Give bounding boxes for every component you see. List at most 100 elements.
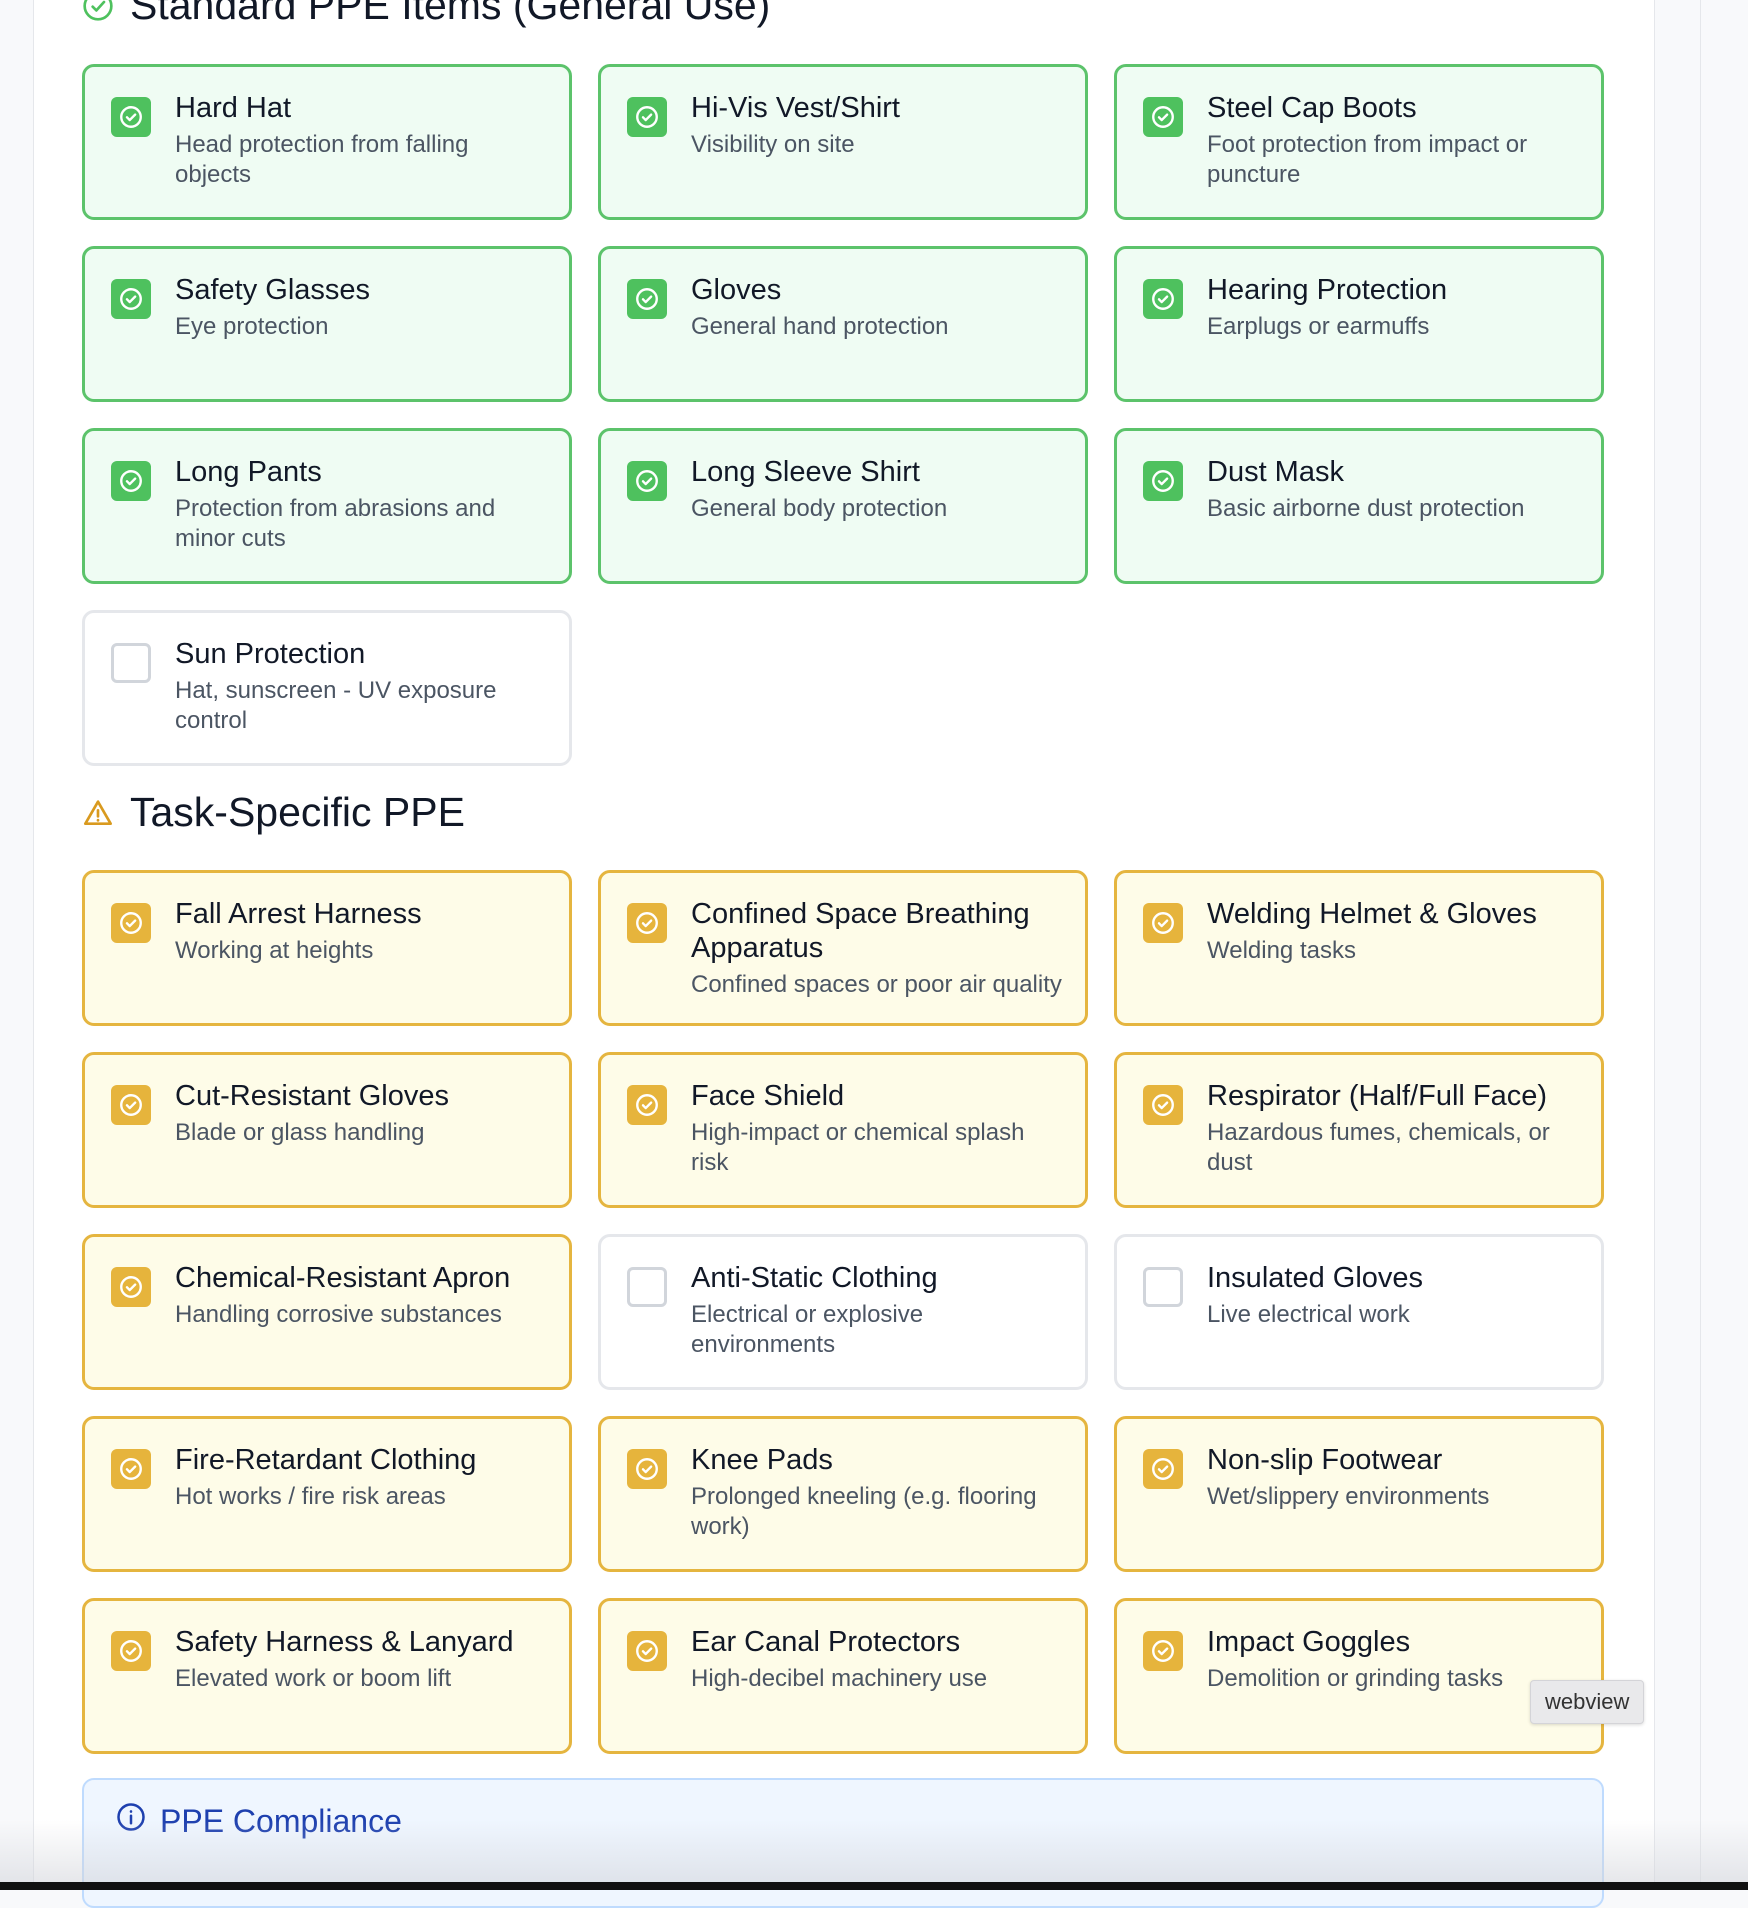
ppe-item-description: Elevated work or boom lift bbox=[175, 1665, 452, 1692]
ppe-card-chemical-resistant-apron[interactable]: Chemical-Resistant Apron Handling corrosi… bbox=[82, 1234, 572, 1390]
ppe-item-description: Visibility on site bbox=[691, 131, 855, 158]
ppe-card-gloves[interactable]: Gloves General hand protection bbox=[598, 246, 1088, 402]
ppe-item-title: Chemical-Resistant Apron bbox=[175, 1262, 511, 1294]
ppe-card-impact-goggles[interactable]: Impact Goggles Demolition or grinding tas… bbox=[1114, 1598, 1604, 1754]
checked-checkbox-icon[interactable] bbox=[627, 1449, 667, 1489]
ppe-card-ear-canal-protectors[interactable]: Ear Canal Protectors High-decibel machine… bbox=[598, 1598, 1088, 1754]
ppe-item-description: Foot protection from impact or puncture bbox=[1207, 131, 1528, 188]
ppe-card-text: Hi-Vis Vest/Shirt Visibility on site bbox=[691, 91, 900, 160]
checked-checkbox-icon[interactable] bbox=[111, 1085, 151, 1125]
ppe-card-text: Fall Arrest Harness Working at heights bbox=[175, 897, 422, 966]
ppe-item-description: Basic airborne dust protection bbox=[1207, 495, 1525, 522]
ppe-card-text: Welding Helmet & Gloves Welding tasks bbox=[1207, 897, 1537, 966]
checked-checkbox-icon[interactable] bbox=[111, 1267, 151, 1307]
ppe-compliance-title: PPE Compliance bbox=[160, 1802, 402, 1839]
ppe-card-insulated-gloves[interactable]: Insulated Gloves Live electrical work bbox=[1114, 1234, 1604, 1390]
ppe-card-face-shield[interactable]: Face Shield High-impact or chemical splas… bbox=[598, 1052, 1088, 1208]
ppe-item-description: General hand protection bbox=[691, 313, 949, 340]
warning-triangle-icon bbox=[82, 797, 114, 829]
checked-checkbox-icon[interactable] bbox=[1143, 461, 1183, 501]
section-title-text: Task-Specific PPE bbox=[130, 789, 465, 835]
checked-checkbox-icon[interactable] bbox=[1143, 1085, 1183, 1125]
checked-checkbox-icon[interactable] bbox=[627, 1631, 667, 1671]
unchecked-checkbox[interactable] bbox=[1143, 1267, 1183, 1307]
ppe-card-steel-cap-boots[interactable]: Steel Cap Boots Foot protection from impa… bbox=[1114, 64, 1604, 220]
task-specific-ppe-grid: Fall Arrest Harness Working at heights Con… bbox=[82, 870, 1604, 1754]
checked-checkbox-icon[interactable] bbox=[111, 1631, 151, 1671]
checked-checkbox-icon[interactable] bbox=[1143, 279, 1183, 319]
ppe-card-welding-helmet-gloves[interactable]: Welding Helmet & Gloves Welding tasks bbox=[1114, 870, 1604, 1026]
ppe-card-text: Chemical-Resistant Apron Handling corrosi… bbox=[175, 1261, 510, 1330]
standard-ppe-grid: Hard Hat Head protection from falling obj… bbox=[82, 64, 1604, 766]
ppe-item-description: Hazardous fumes, chemicals, or dust bbox=[1207, 1119, 1550, 1176]
checked-checkbox-icon[interactable] bbox=[111, 1449, 151, 1489]
ppe-item-title: Cut-Resistant Gloves bbox=[175, 1080, 449, 1112]
ppe-card-anti-static-clothing[interactable]: Anti-Static Clothing Electrical or explos… bbox=[598, 1234, 1088, 1390]
ppe-item-title: Anti-Static Clothing bbox=[691, 1262, 938, 1294]
ppe-card-text: Dust Mask Basic airborne dust protection bbox=[1207, 455, 1525, 524]
ppe-item-title: Welding Helmet & Gloves bbox=[1207, 898, 1537, 930]
ppe-item-description: Electrical or explosive environments bbox=[691, 1301, 924, 1358]
ppe-item-description: Confined spaces or poor air quality bbox=[691, 971, 1062, 998]
checked-checkbox-icon[interactable] bbox=[1143, 97, 1183, 137]
ppe-item-title: Impact Goggles bbox=[1207, 1626, 1411, 1658]
checked-checkbox-icon[interactable] bbox=[111, 903, 151, 943]
ppe-item-title: Hi-Vis Vest/Shirt bbox=[691, 92, 900, 124]
checked-checkbox-icon[interactable] bbox=[627, 97, 667, 137]
ppe-card-safety-glasses[interactable]: Safety Glasses Eye protection bbox=[82, 246, 572, 402]
checked-checkbox-icon[interactable] bbox=[111, 97, 151, 137]
checked-checkbox-icon[interactable] bbox=[627, 1085, 667, 1125]
ppe-item-description: Handling corrosive substances bbox=[175, 1301, 502, 1328]
ppe-card-knee-pads[interactable]: Knee Pads Prolonged kneeling (e.g. floori… bbox=[598, 1416, 1088, 1572]
checked-checkbox-icon[interactable] bbox=[1143, 1449, 1183, 1489]
bottom-bar bbox=[0, 1882, 1748, 1890]
ppe-item-title: Ear Canal Protectors bbox=[691, 1626, 961, 1658]
scroll-divider bbox=[1700, 0, 1701, 1890]
ppe-card-hard-hat[interactable]: Hard Hat Head protection from falling obj… bbox=[82, 64, 572, 220]
ppe-card-confined-space-breathing-apparatus[interactable]: Confined Space Breathing Apparatus Confin… bbox=[598, 870, 1088, 1026]
checked-checkbox-icon[interactable] bbox=[627, 279, 667, 319]
ppe-item-title: Fall Arrest Harness bbox=[175, 898, 422, 930]
ppe-card-non-slip-footwear[interactable]: Non-slip Footwear Wet/slippery environmen… bbox=[1114, 1416, 1604, 1572]
ppe-item-description: High-decibel machinery use bbox=[691, 1665, 988, 1692]
ppe-card-fall-arrest-harness[interactable]: Fall Arrest Harness Working at heights bbox=[82, 870, 572, 1026]
section-title-task-specific-ppe: Task-Specific PPE bbox=[82, 789, 465, 836]
ppe-item-title: Confined Space Breathing Apparatus bbox=[691, 898, 1030, 964]
ppe-item-description: Welding tasks bbox=[1207, 937, 1356, 964]
checked-checkbox-icon[interactable] bbox=[627, 461, 667, 501]
ppe-card-cut-resistant-gloves[interactable]: Cut-Resistant Gloves Blade or glass handl… bbox=[82, 1052, 572, 1208]
checked-checkbox-icon[interactable] bbox=[111, 279, 151, 319]
ppe-card-fire-retardant-clothing[interactable]: Fire-Retardant Clothing Hot works / fire … bbox=[82, 1416, 572, 1572]
ppe-card-text: Hard Hat Head protection from falling obj… bbox=[175, 91, 549, 190]
checked-checkbox-icon[interactable] bbox=[1143, 903, 1183, 943]
ppe-card-hearing-protection[interactable]: Hearing Protection Earplugs or earmuffs bbox=[1114, 246, 1604, 402]
ppe-card-text: Ear Canal Protectors High-decibel machine… bbox=[691, 1625, 987, 1694]
ppe-item-description: Blade or glass handling bbox=[175, 1119, 425, 1146]
ppe-card-text: Gloves General hand protection bbox=[691, 273, 949, 342]
ppe-item-description: Hat, sunscreen - UV exposure control bbox=[175, 677, 497, 734]
checked-checkbox-icon[interactable] bbox=[1143, 1631, 1183, 1671]
ppe-item-title: Dust Mask bbox=[1207, 456, 1344, 488]
unchecked-checkbox[interactable] bbox=[627, 1267, 667, 1307]
ppe-item-title: Hearing Protection bbox=[1207, 274, 1448, 306]
section-title-text: Standard PPE Items (General Use) bbox=[130, 0, 771, 28]
ppe-card-sun-protection[interactable]: Sun Protection Hat, sunscreen - UV exposu… bbox=[82, 610, 572, 766]
checked-checkbox-icon[interactable] bbox=[627, 903, 667, 943]
ppe-item-description: Earplugs or earmuffs bbox=[1207, 313, 1430, 340]
ppe-item-description: Working at heights bbox=[175, 937, 374, 964]
ppe-card-safety-harness-lanyard[interactable]: Safety Harness & Lanyard Elevated work or… bbox=[82, 1598, 572, 1754]
ppe-card-long-pants[interactable]: Long Pants Protection from abrasions and … bbox=[82, 428, 572, 584]
ppe-card-text: Insulated Gloves Live electrical work bbox=[1207, 1261, 1423, 1330]
ppe-item-description: Hot works / fire risk areas bbox=[175, 1483, 446, 1510]
ppe-item-description: Wet/slippery environments bbox=[1207, 1483, 1490, 1510]
ppe-card-long-sleeve-shirt[interactable]: Long Sleeve Shirt General body protection bbox=[598, 428, 1088, 584]
ppe-card-dust-mask[interactable]: Dust Mask Basic airborne dust protection bbox=[1114, 428, 1604, 584]
ppe-item-title: Long Sleeve Shirt bbox=[691, 456, 920, 488]
ppe-card-respirator-half-full-face[interactable]: Respirator (Half/Full Face) Hazardous fum… bbox=[1114, 1052, 1604, 1208]
ppe-item-title: Safety Glasses bbox=[175, 274, 371, 306]
ppe-card-hi-vis-vest-shirt[interactable]: Hi-Vis Vest/Shirt Visibility on site bbox=[598, 64, 1088, 220]
unchecked-checkbox[interactable] bbox=[111, 643, 151, 683]
checked-checkbox-icon[interactable] bbox=[111, 461, 151, 501]
ppe-item-title: Hard Hat bbox=[175, 92, 292, 124]
ppe-compliance-heading: PPE Compliance bbox=[116, 1802, 402, 1840]
